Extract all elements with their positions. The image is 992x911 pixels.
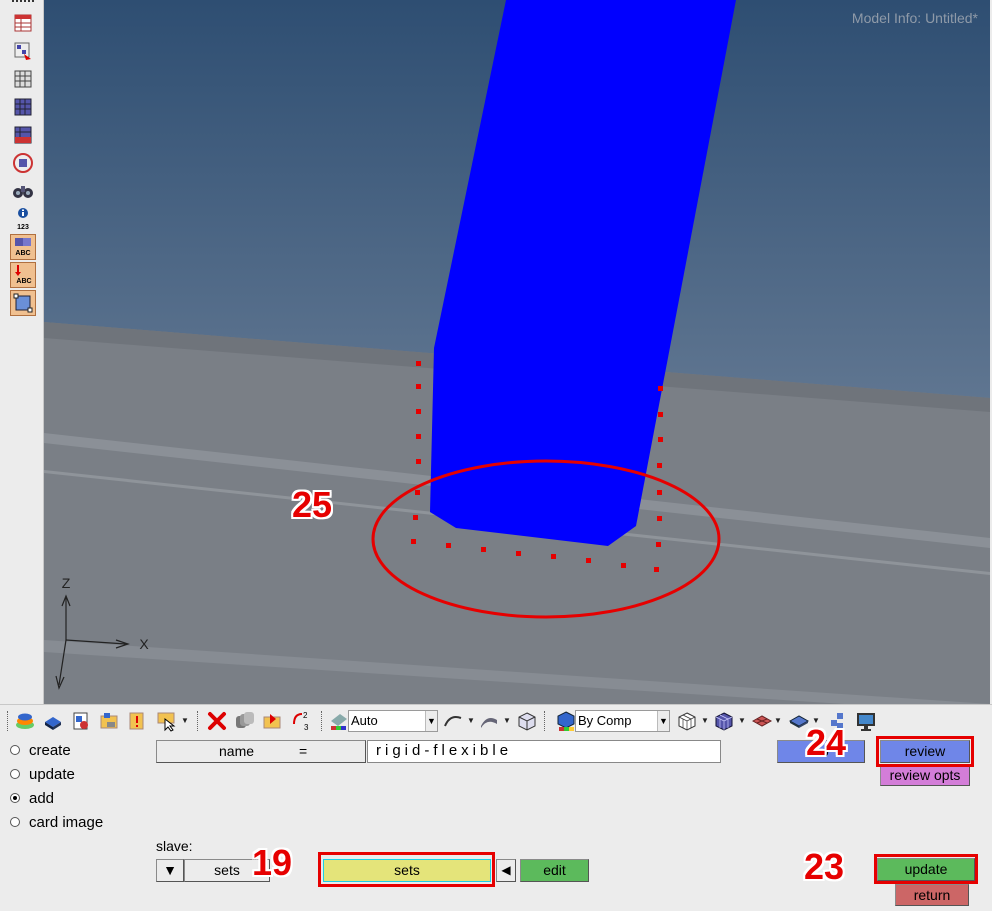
layers-icon[interactable]	[14, 710, 36, 732]
svg-text:2: 2	[303, 711, 308, 720]
model-scene: Z X	[44, 0, 990, 704]
circle-mesh-icon[interactable]	[11, 151, 35, 175]
delete-x-icon[interactable]	[206, 710, 228, 732]
radio-create[interactable]: create	[10, 739, 71, 761]
box-select-icon[interactable]	[10, 290, 36, 316]
triangle-down-icon: ▼	[163, 862, 177, 878]
radio-update-label: update	[29, 765, 75, 783]
solid-icon[interactable]	[478, 710, 500, 732]
radio-create-label: create	[29, 741, 71, 759]
select-cursor-icon[interactable]	[156, 710, 178, 732]
radio-add-label: add	[29, 789, 55, 807]
abc-label-red: ABC	[16, 278, 31, 285]
abc-label-red-icon[interactable]: ABC	[10, 262, 36, 288]
annotation-25: 25	[292, 484, 333, 525]
edit-button[interactable]: edit	[520, 859, 589, 882]
folder-open-icon[interactable]	[262, 710, 284, 732]
stack-icon[interactable]	[234, 710, 256, 732]
color-mode-select[interactable]: By Comp ▼	[575, 710, 670, 732]
radio-indicator[interactable]	[10, 745, 20, 755]
annotation-box-update	[874, 854, 978, 884]
chevron-down-icon[interactable]: ▼	[467, 716, 475, 725]
surface-icon[interactable]	[442, 710, 464, 732]
reset-icon[interactable]: ◀	[496, 859, 516, 882]
radio-update[interactable]: update	[10, 763, 75, 785]
annotation-24: 24	[806, 722, 847, 763]
renumber-123-icon[interactable]: 23	[290, 710, 312, 732]
svg-text:3: 3	[304, 723, 309, 732]
binoculars-icon[interactable]	[11, 179, 35, 203]
chevron-down-icon[interactable]: ▼	[503, 716, 511, 725]
chevron-down-icon[interactable]: ▼	[738, 716, 746, 725]
radio-add[interactable]: add	[10, 787, 54, 809]
wireframe-cube-icon[interactable]	[676, 710, 698, 732]
graphics-viewport[interactable]: Z X Model Info: Untitled* 25	[44, 0, 990, 704]
display-mode-select[interactable]: Auto ▼	[348, 710, 438, 732]
color-mode-value: By Comp	[578, 713, 632, 728]
warning-doc-icon[interactable]	[126, 710, 148, 732]
info-123-icon[interactable]: 123	[11, 205, 35, 233]
component-table-icon[interactable]	[11, 11, 35, 35]
annotation-19: 19	[252, 842, 293, 883]
toolbar-separator	[197, 711, 198, 731]
name-label: name	[219, 743, 255, 759]
mesh-grid-red-icon[interactable]	[11, 123, 35, 147]
slave-label: slave:	[156, 838, 193, 854]
radio-card-image[interactable]: card image	[10, 811, 103, 833]
review-opts-button[interactable]: review opts	[880, 765, 970, 786]
mesh-grid-dark-icon[interactable]	[11, 95, 35, 119]
abc-label: ABC	[15, 250, 30, 257]
plane-icon[interactable]	[751, 710, 773, 732]
name-equals: =	[299, 743, 308, 759]
model-info-label: Model Info: Untitled*	[851, 10, 978, 26]
toolbar-grip[interactable]	[12, 0, 34, 2]
radio-indicator[interactable]	[10, 769, 20, 779]
name-field[interactable]: rigid-flexible	[367, 740, 721, 763]
component-color-icon[interactable]	[555, 710, 577, 732]
radio-card-image-label: card image	[29, 813, 104, 831]
folder-add-icon[interactable]	[98, 710, 120, 732]
info-label: 123	[17, 224, 29, 231]
chevron-down-icon[interactable]: ▼	[181, 716, 189, 725]
component-doc-icon[interactable]	[70, 710, 92, 732]
entity-panel: create update add card image name = rigi…	[0, 722, 992, 911]
triad-z-label: Z	[62, 575, 71, 591]
annotation-box-review	[876, 736, 974, 767]
radio-indicator[interactable]	[10, 817, 20, 827]
annotation-23: 23	[804, 846, 845, 887]
blue-shape-icon[interactable]	[42, 710, 64, 732]
display-mode-value: Auto	[351, 713, 378, 728]
shaded-cube-icon[interactable]	[713, 710, 735, 732]
shade-mode-icon[interactable]	[328, 710, 350, 732]
chevron-down-icon[interactable]: ▼	[425, 711, 437, 731]
toolbar-separator	[544, 711, 545, 731]
toolbar-grip[interactable]	[7, 711, 8, 731]
left-toolbar: 123 ABC ABC	[0, 0, 44, 704]
mesh-grid-icon[interactable]	[11, 67, 35, 91]
cube-icon[interactable]	[516, 710, 538, 732]
component-table-red-icon[interactable]	[11, 39, 35, 63]
monitor-icon[interactable]	[855, 710, 877, 732]
abc-label-icon[interactable]: ABC	[10, 234, 36, 260]
chevron-down-icon[interactable]: ▼	[657, 711, 669, 731]
chevron-down-icon[interactable]: ▼	[774, 716, 782, 725]
radio-indicator-checked[interactable]	[10, 793, 20, 803]
annotation-box-sets	[318, 852, 495, 887]
name-switch[interactable]: name =	[156, 740, 366, 763]
chevron-down-icon[interactable]: ▼	[701, 716, 709, 725]
return-button[interactable]: return	[895, 884, 969, 906]
triad-x-label: X	[139, 636, 149, 652]
application-window: 123 ABC ABC Z X Model Info: Untitled* 25…	[0, 0, 992, 911]
slave-entity-dropdown[interactable]: ▼	[156, 859, 184, 882]
toolbar-separator	[321, 711, 322, 731]
